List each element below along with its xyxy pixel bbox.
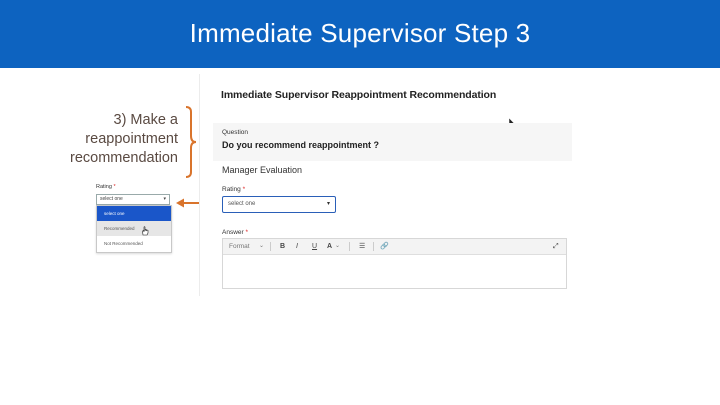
slide-title: Immediate Supervisor Step 3 bbox=[189, 18, 531, 48]
hand-cursor-icon bbox=[142, 226, 149, 236]
toolbar-divider bbox=[373, 242, 374, 251]
mini-rating-select[interactable]: select one ▾ bbox=[96, 194, 170, 205]
section-title: Manager Evaluation bbox=[222, 165, 303, 175]
step-line-1: 3) Make a bbox=[113, 112, 178, 128]
font-color-icon[interactable]: A bbox=[327, 239, 332, 254]
dropdown-option-select-one[interactable]: select one bbox=[97, 206, 171, 221]
step-instruction: 3) Make a reappointment recommendation bbox=[70, 111, 178, 168]
rating-select-value: select one bbox=[228, 201, 256, 207]
bullet-list-icon[interactable]: ☰ bbox=[359, 239, 365, 254]
rating-label: Rating * bbox=[222, 186, 246, 193]
format-dropdown[interactable]: Format bbox=[229, 239, 250, 254]
toolbar-divider bbox=[270, 242, 271, 251]
chevron-down-icon[interactable]: ⌄ bbox=[259, 239, 264, 254]
form-screenshot: Immediate Supervisor Reappointment Recom… bbox=[199, 74, 576, 296]
question-text: Do you recommend reappointment ? bbox=[222, 140, 380, 150]
step-line-2: reappointment bbox=[85, 131, 178, 147]
chevron-down-icon: ▾ bbox=[163, 196, 166, 202]
toolbar-divider bbox=[349, 242, 350, 251]
orange-bracket bbox=[185, 106, 197, 178]
editor-toolbar: Format ⌄ B I U A ⌄ ☰ 🔗 ⤢ bbox=[223, 239, 566, 255]
underline-button[interactable]: U bbox=[312, 239, 317, 254]
answer-editor[interactable]: Format ⌄ B I U A ⌄ ☰ 🔗 ⤢ bbox=[222, 238, 567, 289]
dropdown-option-not-recommended[interactable]: Not Recommended bbox=[97, 236, 171, 251]
rating-select[interactable]: select one ▾ bbox=[222, 196, 336, 213]
italic-button[interactable]: I bbox=[296, 239, 298, 254]
orange-arrow-icon bbox=[176, 198, 199, 208]
mini-dropdown-list: select one Recommended Not Recommended bbox=[96, 205, 172, 253]
step-line-3: recommendation bbox=[70, 150, 178, 166]
dropdown-option-recommended[interactable]: Recommended bbox=[97, 221, 171, 236]
link-icon[interactable]: 🔗 bbox=[380, 239, 389, 254]
expand-icon[interactable]: ⤢ bbox=[553, 239, 559, 254]
bold-button[interactable]: B bbox=[280, 239, 285, 254]
mini-rating-label: Rating * bbox=[96, 184, 116, 190]
mini-select-value: select one bbox=[100, 196, 123, 202]
header-bar: Immediate Supervisor Step 3 bbox=[0, 0, 720, 68]
chevron-down-icon: ▾ bbox=[326, 201, 330, 207]
question-label: Question bbox=[222, 129, 249, 136]
answer-label: Answer * bbox=[222, 229, 249, 236]
chevron-down-icon[interactable]: ⌄ bbox=[335, 239, 340, 254]
form-title: Immediate Supervisor Reappointment Recom… bbox=[221, 89, 497, 101]
